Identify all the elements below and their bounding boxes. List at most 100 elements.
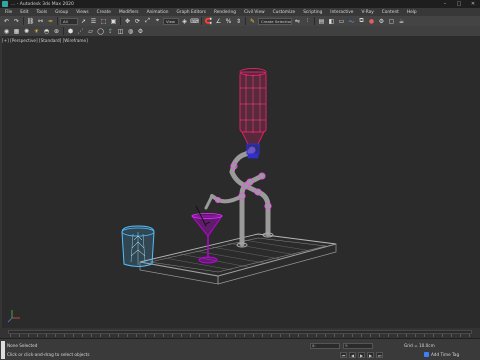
move-icon[interactable]: ✥	[123, 17, 132, 25]
spinner-snap-icon[interactable]: ⇕	[234, 17, 243, 25]
secondary-toolbar: ◉ ▦ ✺ ☀ ◓ ⊛ ⬢ ⋰ ▱ ◯ ⇪ ◫ ◍ ⚙	[0, 26, 480, 36]
x-coordinate-field[interactable]: X:	[310, 343, 340, 349]
close-button[interactable]: ✕	[466, 0, 480, 8]
add-time-tag-label: Add Time Tag	[431, 352, 460, 357]
vray-dome-light-icon[interactable]: ◓	[42, 27, 51, 35]
menu-views[interactable]: Views	[72, 10, 92, 15]
vray-mesh-export-icon[interactable]: ⇪	[106, 27, 115, 35]
vray-sphere-icon[interactable]: ◯	[96, 27, 105, 35]
left-edge-strip	[0, 36, 2, 336]
vray-ies-light-icon[interactable]: ⊛	[52, 27, 61, 35]
previous-frame-icon[interactable]: ◀	[349, 352, 356, 358]
title-bar: ... - Autodesk 3ds Max 2020 – □ ✕	[0, 0, 480, 8]
teapot-icon[interactable]: ☕	[397, 17, 406, 25]
menu-vray[interactable]: V-Ray	[357, 10, 377, 15]
rendered-frame-window-icon[interactable]: ▢	[387, 17, 396, 25]
menu-file[interactable]: File	[0, 10, 16, 15]
align-icon[interactable]: ⫶	[303, 17, 312, 25]
go-to-end-icon[interactable]: ⏭	[376, 352, 383, 358]
toolbar-divider	[23, 17, 24, 25]
bind-space-warp-icon[interactable]: ≈	[46, 17, 55, 25]
schematic-view-icon[interactable]: ⧉	[357, 17, 366, 25]
select-by-name-icon[interactable]: ☰	[89, 17, 98, 25]
menu-edit[interactable]: Edit	[16, 10, 32, 15]
menu-customize[interactable]: Customize	[269, 10, 300, 15]
axis-gizmo	[7, 310, 20, 323]
link-icon[interactable]: ⛓	[26, 17, 35, 25]
minimize-button[interactable]: –	[438, 0, 452, 8]
menu-scripting[interactable]: Scripting	[299, 10, 326, 15]
maxscript-listener-icon[interactable]	[1, 341, 5, 359]
vray-sun-icon[interactable]: ☀	[32, 27, 41, 35]
edit-named-selection-icon[interactable]: ✎	[248, 17, 257, 25]
vray-material-icon[interactable]: ◍	[126, 27, 135, 35]
ribbon-toggle-icon[interactable]: ▭	[337, 17, 346, 25]
menu-rendering[interactable]: Rendering	[210, 10, 240, 15]
mirror-icon[interactable]: ⇋	[293, 17, 302, 25]
y-coordinate-field[interactable]: Y:	[343, 343, 373, 349]
prompt-hint: Click or click-and-drag to select object…	[7, 352, 90, 357]
vray-fur-icon[interactable]: ⋰	[76, 27, 85, 35]
menu-civil-view[interactable]: Civil View	[240, 10, 269, 15]
maximize-button[interactable]: □	[452, 0, 466, 8]
menu-bar: File Edit Tools Group Views Create Modif…	[0, 8, 480, 16]
scene-explorer-icon[interactable]: ▤	[317, 17, 326, 25]
toolbar-divider	[120, 17, 121, 25]
material-editor-icon[interactable]: ●	[367, 17, 376, 25]
menu-graph-editors[interactable]: Graph Editors	[172, 10, 210, 15]
layer-explorer-icon[interactable]: ◧	[327, 17, 336, 25]
select-arrow-icon[interactable]: ➚	[79, 17, 88, 25]
unlink-icon[interactable]: ⚯	[36, 17, 45, 25]
menu-animation[interactable]: Animation	[143, 10, 173, 15]
play-icon[interactable]: ▶	[358, 352, 365, 358]
menu-create[interactable]: Create	[93, 10, 115, 15]
menu-tools[interactable]: Tools	[33, 10, 52, 15]
perspective-viewport[interactable]: [+] [Perspective] [Standard] [Wireframe]	[0, 36, 480, 336]
pivot-center-icon[interactable]: ◈	[180, 17, 189, 25]
status-bar: None Selected Click or click-and-drag to…	[0, 338, 480, 360]
viewport-label[interactable]: [+] [Perspective] [Standard] [Wireframe]	[2, 38, 88, 43]
named-selection-set-dropdown[interactable]: Create Selection Se	[258, 17, 292, 25]
vray-render-icon[interactable]: ◉	[2, 27, 11, 35]
rotate-icon[interactable]: ⟳	[133, 17, 142, 25]
toolbar-divider	[57, 17, 58, 25]
vray-frame-buffer-icon[interactable]: ▦	[12, 27, 21, 35]
toolbar-divider	[245, 17, 246, 25]
scale-icon[interactable]: ⤢	[143, 17, 152, 25]
selection-filter-dropdown[interactable]: All	[60, 17, 78, 25]
curve-editor-icon[interactable]: 〜	[347, 17, 356, 26]
window-title: ... - Autodesk 3ds Max 2020	[11, 1, 74, 7]
place-icon[interactable]: ⌖	[153, 17, 162, 25]
time-tag-icon	[424, 352, 429, 357]
menu-modifiers[interactable]: Modifiers	[115, 10, 143, 15]
vray-plane-icon[interactable]: ▱	[86, 27, 95, 35]
vray-proxy-icon[interactable]: ⬢	[66, 27, 75, 35]
go-to-start-icon[interactable]: ⏮	[340, 352, 347, 358]
menu-interactive[interactable]: Interactive	[326, 10, 357, 15]
redo-icon[interactable]: ↷	[12, 17, 21, 25]
martini-glass	[190, 205, 223, 264]
next-frame-icon[interactable]: ▶	[367, 352, 374, 358]
vray-camera-icon[interactable]: ◫	[116, 27, 125, 35]
vray-settings-icon[interactable]: ⚙	[136, 27, 145, 35]
time-slider[interactable]	[0, 328, 480, 338]
bottle	[239, 68, 267, 159]
keyboard-shortcut-override-icon[interactable]: ⌨	[190, 17, 199, 25]
toolbar-divider	[63, 27, 64, 35]
menu-help[interactable]: Help	[403, 10, 421, 15]
percent-snap-icon[interactable]: %	[224, 17, 233, 25]
scene-render	[7, 68, 337, 323]
region-select-icon[interactable]: ⬚	[99, 17, 108, 25]
reference-coordinate-dropdown[interactable]: View	[163, 17, 179, 25]
window-crossing-icon[interactable]: ▣	[109, 17, 118, 25]
render-setup-icon[interactable]: ⚙	[377, 17, 386, 25]
menu-content[interactable]: Content	[378, 10, 403, 15]
snap-icon[interactable]: 🧲	[204, 17, 213, 25]
toolbar-divider	[314, 17, 315, 25]
playback-controls: ⏮ ◀ ▶ ▶ ⏭	[340, 352, 383, 358]
add-time-tag-button[interactable]: Add Time Tag	[424, 352, 459, 357]
vray-light-icon[interactable]: ✺	[22, 27, 31, 35]
undo-icon[interactable]: ↶	[2, 17, 11, 25]
menu-group[interactable]: Group	[51, 10, 72, 15]
angle-snap-icon[interactable]: ∠	[214, 17, 223, 25]
